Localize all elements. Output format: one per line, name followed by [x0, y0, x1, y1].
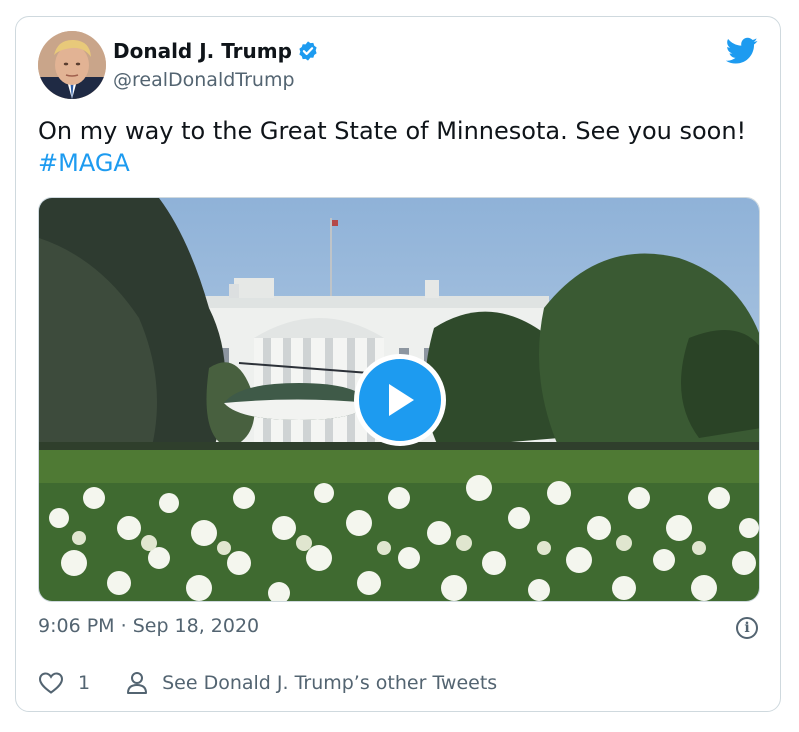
twitter-bird-icon[interactable]: [726, 37, 758, 65]
avatar[interactable]: [38, 31, 106, 99]
tweet-date: Sep 18, 2020: [132, 615, 260, 637]
verified-badge-icon: [299, 41, 317, 61]
author-row: Donald J. Trump: [113, 39, 319, 63]
like-count: 1: [78, 672, 91, 694]
person-icon: [127, 672, 148, 694]
like-button[interactable]: 1: [38, 671, 90, 695]
info-icon[interactable]: i: [736, 617, 758, 639]
author-handle[interactable]: @realDonaldTrump: [113, 69, 295, 91]
tweet-time: 9:06 PM: [38, 615, 115, 637]
time-separator: ·: [114, 615, 133, 637]
play-icon: [389, 384, 414, 416]
tweet-card: Donald J. Trump @realDonaldTrump On my w…: [15, 16, 781, 712]
author-name[interactable]: Donald J. Trump: [113, 39, 292, 63]
heart-icon: [38, 672, 64, 694]
play-button[interactable]: [354, 354, 446, 446]
timestamp[interactable]: 9:06 PM · Sep 18, 2020: [38, 615, 259, 637]
tweet-text: On my way to the Great State of Minnesot…: [38, 115, 758, 179]
video-thumbnail[interactable]: [38, 197, 760, 602]
other-tweets-link[interactable]: See Donald J. Trump’s other Tweets: [126, 671, 497, 695]
other-tweets-label: See Donald J. Trump’s other Tweets: [162, 672, 498, 694]
hashtag-link[interactable]: #MAGA: [38, 149, 130, 177]
tweet-body: On my way to the Great State of Minnesot…: [38, 117, 747, 145]
tweet-actions: 1 See Donald J. Trump’s other Tweets: [38, 671, 497, 695]
